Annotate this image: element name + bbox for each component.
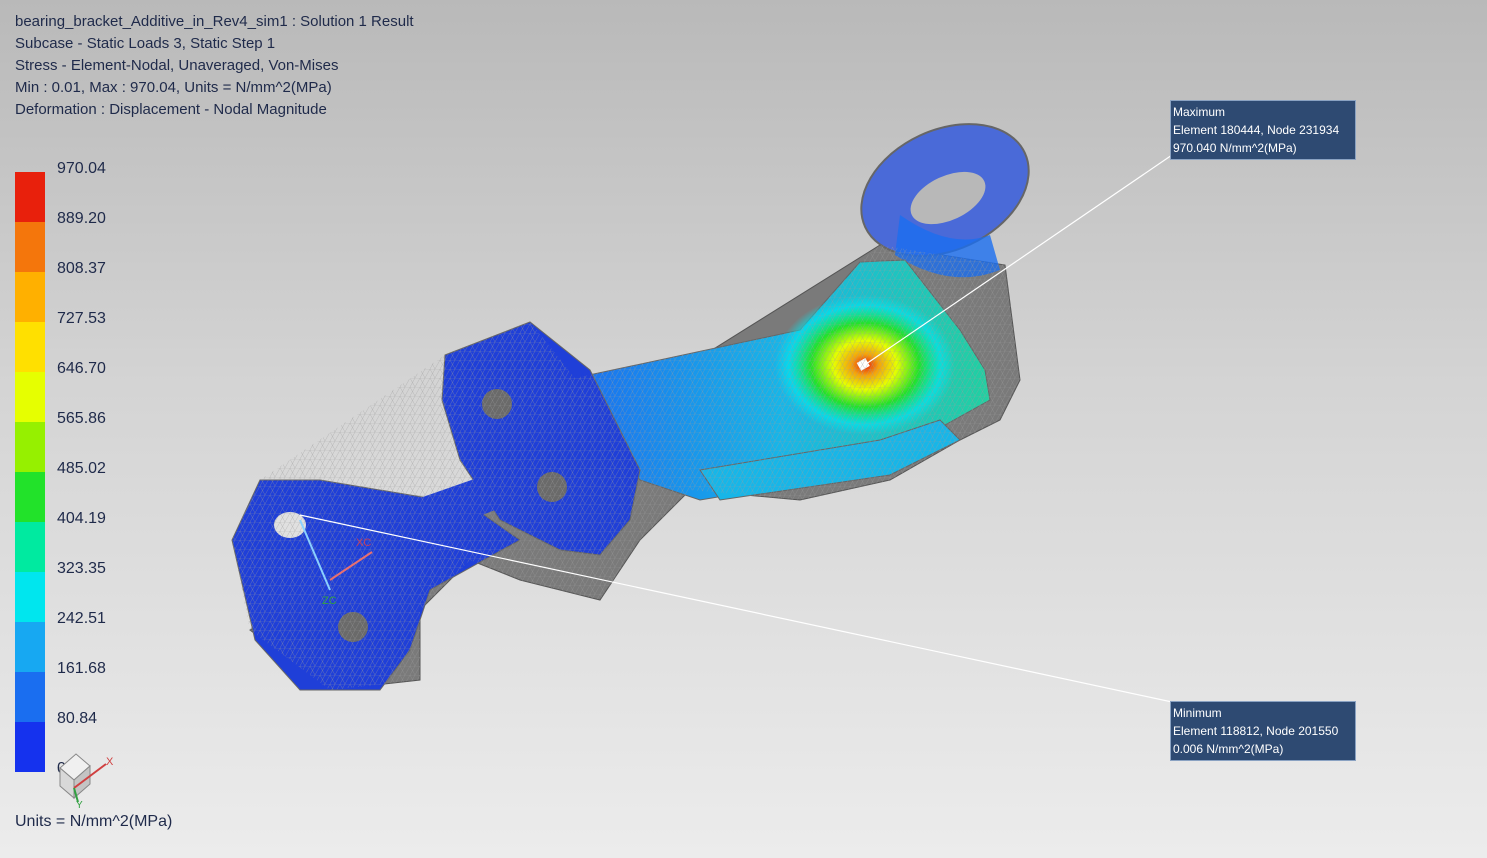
legend-color-segment — [15, 722, 45, 772]
stress-legend-bar — [15, 172, 45, 772]
legend-value-label: 646.70 — [57, 360, 106, 377]
min-leader-line — [299, 514, 1173, 703]
legend-value-label: 485.02 — [57, 460, 106, 477]
legend-value-label: 161.68 — [57, 660, 106, 677]
legend-color-segment — [15, 472, 45, 522]
orientation-triad-icon[interactable]: X Y — [48, 748, 128, 810]
legend-value-label: 404.19 — [57, 510, 106, 527]
legend-color-segment — [15, 322, 45, 372]
legend-color-segment — [15, 572, 45, 622]
legend-value-label: 323.35 — [57, 560, 106, 577]
min-callout-title: Minimum — [1173, 706, 1222, 720]
min-callout-element: Element 118812, Node 201550 — [1173, 724, 1339, 738]
legend-color-segment — [15, 372, 45, 422]
legend-value-label: 80.84 — [57, 710, 98, 727]
triad-x-label: X — [106, 756, 114, 768]
legend-color-segment — [15, 522, 45, 572]
minimum-callout[interactable]: Minimum Element 118812, Node 201550 0.00… — [1170, 701, 1356, 761]
legend-color-segment — [15, 222, 45, 272]
legend-color-segment — [15, 422, 45, 472]
max-callout-title: Maximum — [1173, 105, 1226, 119]
legend-value-label: 565.86 — [57, 410, 106, 427]
legend-value-label: 889.20 — [57, 210, 106, 227]
min-callout-value: 0.006 N/mm^2(MPa) — [1173, 742, 1284, 756]
maximum-callout[interactable]: Maximum Element 180444, Node 231934 970.… — [1170, 100, 1356, 160]
legend-value-label: 727.53 — [57, 310, 106, 327]
max-callout-element: Element 180444, Node 231934 — [1173, 123, 1340, 137]
yc-label: ZC — [322, 595, 337, 607]
legend-value-label: 242.51 — [57, 610, 106, 627]
legend-value-label: 808.37 — [57, 260, 106, 277]
xc-label: XC — [356, 537, 371, 549]
legend-color-segment — [15, 172, 45, 222]
max-callout-value: 970.040 N/mm^2(MPa) — [1173, 141, 1297, 155]
units-footer: Units = N/mm^2(MPa) — [15, 813, 173, 830]
bracket-model[interactable]: XC ZC — [231, 98, 1050, 691]
legend-color-segment — [15, 622, 45, 672]
legend-color-segment — [15, 272, 45, 322]
legend-color-segment — [15, 672, 45, 722]
triad-y-label: Y — [76, 800, 83, 810]
stress-legend-labels: 970.04 889.20 808.37 727.53 646.70 565.86 485.… — [57, 160, 137, 800]
legend-value-label: 970.04 — [57, 160, 106, 177]
